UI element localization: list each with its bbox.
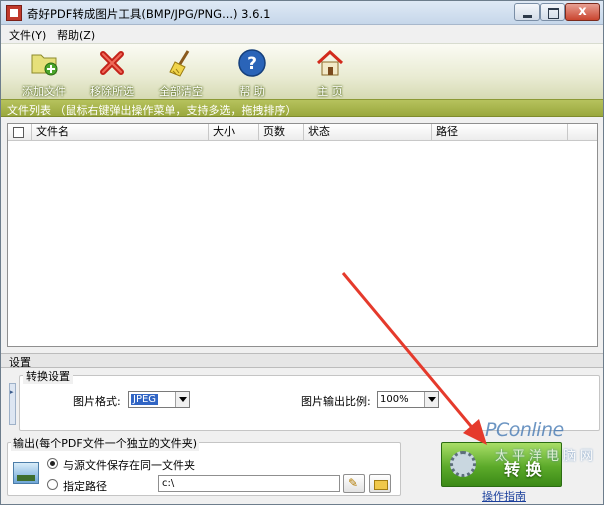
- chevron-down-icon[interactable]: [175, 392, 189, 407]
- menu-bar: 文件(Y) 帮助(Z): [1, 25, 603, 43]
- collapse-handle[interactable]: [9, 383, 16, 425]
- output-ratio-value: 100%: [380, 394, 409, 405]
- clear-all-label: 全部清空: [159, 85, 203, 98]
- picture-icon: [13, 462, 39, 484]
- column-header-size[interactable]: 大小: [209, 124, 259, 141]
- select-all-column: [8, 124, 32, 141]
- file-list-title: 文件列表 （鼠标右键弹出操作菜单，支持多选，拖拽排序）: [7, 104, 297, 117]
- settings-header: 设置: [1, 353, 603, 369]
- image-format-select[interactable]: JPEG: [128, 391, 190, 408]
- convert-settings-legend: 转换设置: [23, 368, 73, 384]
- browse-folder-button[interactable]: [369, 474, 391, 493]
- clear-all-button[interactable]: 全部清空: [146, 46, 216, 98]
- save-same-folder-radio[interactable]: [47, 458, 58, 469]
- remove-selected-label: 移除所选: [90, 85, 134, 98]
- custom-path-radio[interactable]: [47, 479, 58, 490]
- gear-icon: [450, 451, 476, 477]
- title-bar: 奇好PDF转成图片工具(BMP/JPG/PNG...) 3.6.1 x: [1, 1, 603, 25]
- app-window: 奇好PDF转成图片工具(BMP/JPG/PNG...) 3.6.1 x 文件(Y…: [0, 0, 604, 505]
- output-legend: 输出(每个PDF文件一个独立的文件夹): [11, 435, 200, 451]
- remove-selected-button[interactable]: 移除所选: [77, 46, 147, 98]
- file-list-header: 文件列表 （鼠标右键弹出操作菜单，支持多选，拖拽排序）: [1, 99, 603, 117]
- save-same-folder-label[interactable]: 与源文件保存在同一文件夹: [63, 457, 195, 473]
- operation-guide-link[interactable]: 操作指南: [482, 488, 526, 504]
- column-header-name[interactable]: 文件名: [32, 124, 209, 141]
- column-header-path[interactable]: 路径: [432, 124, 568, 141]
- edit-path-button[interactable]: [343, 474, 365, 493]
- home-label: 主 页: [317, 85, 343, 98]
- minimize-button[interactable]: [514, 3, 540, 21]
- convert-button-label: 转 换: [504, 460, 542, 479]
- help-label: 帮 助: [239, 85, 265, 98]
- help-button[interactable]: ? 帮 助: [217, 46, 287, 98]
- select-all-checkbox[interactable]: [13, 127, 24, 138]
- convert-button[interactable]: 转 换: [441, 442, 562, 487]
- add-file-label: 添加文件: [22, 85, 66, 98]
- toolbar: 添加文件 移除所选 全部清空 ? 帮 助 主 页: [1, 43, 603, 99]
- table-header: 文件名 大小 页数 状态 路径: [8, 124, 597, 141]
- add-folder-icon: [31, 54, 58, 76]
- column-header-pages[interactable]: 页数: [259, 124, 304, 141]
- output-ratio-label: 图片输出比例:: [301, 395, 371, 408]
- output-ratio-select[interactable]: 100%: [377, 391, 439, 408]
- menu-file[interactable]: 文件(Y): [9, 27, 46, 43]
- home-icon: [316, 49, 344, 76]
- image-format-label: 图片格式:: [73, 395, 121, 408]
- maximize-button[interactable]: [540, 3, 565, 21]
- menu-help[interactable]: 帮助(Z): [57, 27, 95, 43]
- column-header-status[interactable]: 状态: [304, 124, 432, 141]
- app-icon: [6, 5, 22, 21]
- red-x-icon: [100, 51, 124, 75]
- svg-text:?: ?: [247, 54, 257, 74]
- close-icon: x: [578, 4, 587, 19]
- help-icon: ?: [238, 49, 266, 77]
- custom-path-label[interactable]: 指定路径: [63, 478, 107, 494]
- close-button[interactable]: x: [565, 3, 600, 21]
- broom-icon: [169, 50, 190, 77]
- chevron-down-icon[interactable]: [424, 392, 438, 407]
- file-table[interactable]: 文件名 大小 页数 状态 路径: [7, 123, 598, 347]
- add-file-button[interactable]: 添加文件: [9, 46, 79, 98]
- home-button[interactable]: 主 页: [295, 46, 365, 98]
- image-format-value: JPEG: [131, 394, 159, 405]
- window-title: 奇好PDF转成图片工具(BMP/JPG/PNG...) 3.6.1: [27, 7, 271, 21]
- output-path-input[interactable]: [158, 475, 340, 492]
